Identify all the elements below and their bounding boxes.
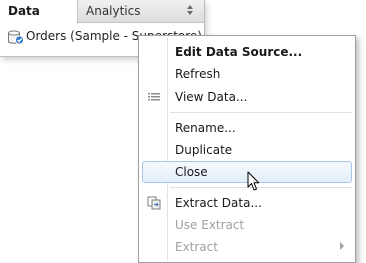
tab-data[interactable]: Data [0, 0, 78, 24]
menu-item-label: Use Extract [175, 218, 245, 232]
menu-item-refresh[interactable]: Refresh [142, 63, 352, 85]
menu-item-label: Extract Data... [175, 196, 262, 210]
menu-item-label: Refresh [175, 67, 221, 81]
menu-item-label: Rename... [175, 121, 236, 135]
menu-separator [170, 112, 352, 113]
context-menu: Edit Data Source... Refresh View Data...… [138, 35, 356, 263]
menu-item-use-extract[interactable]: Use Extract [142, 214, 352, 236]
tab-analytics[interactable]: Analytics [86, 4, 141, 18]
menu-item-view-data[interactable]: View Data... [142, 86, 352, 108]
menu-item-label: Edit Data Source... [175, 45, 303, 59]
menu-item-edit-data-source[interactable]: Edit Data Source... [142, 41, 352, 63]
submenu-arrow-icon [340, 242, 344, 250]
menu-item-duplicate[interactable]: Duplicate [142, 139, 352, 161]
database-checked-icon [8, 30, 24, 45]
pane-tab-bar: Data Analytics [0, 0, 204, 24]
sort-icon[interactable] [186, 3, 194, 17]
menu-item-extract[interactable]: Extract [142, 236, 352, 258]
menu-item-label: View Data... [175, 90, 248, 104]
menu-item-extract-data[interactable]: Extract Data... [142, 192, 352, 214]
menu-item-label: Close [175, 165, 208, 179]
menu-item-label: Duplicate [175, 143, 233, 157]
menu-item-rename[interactable]: Rename... [142, 117, 352, 139]
mouse-pointer-icon [247, 171, 260, 191]
extract-icon [147, 196, 161, 210]
view-data-icon [148, 93, 160, 101]
menu-item-label: Extract [175, 240, 218, 254]
